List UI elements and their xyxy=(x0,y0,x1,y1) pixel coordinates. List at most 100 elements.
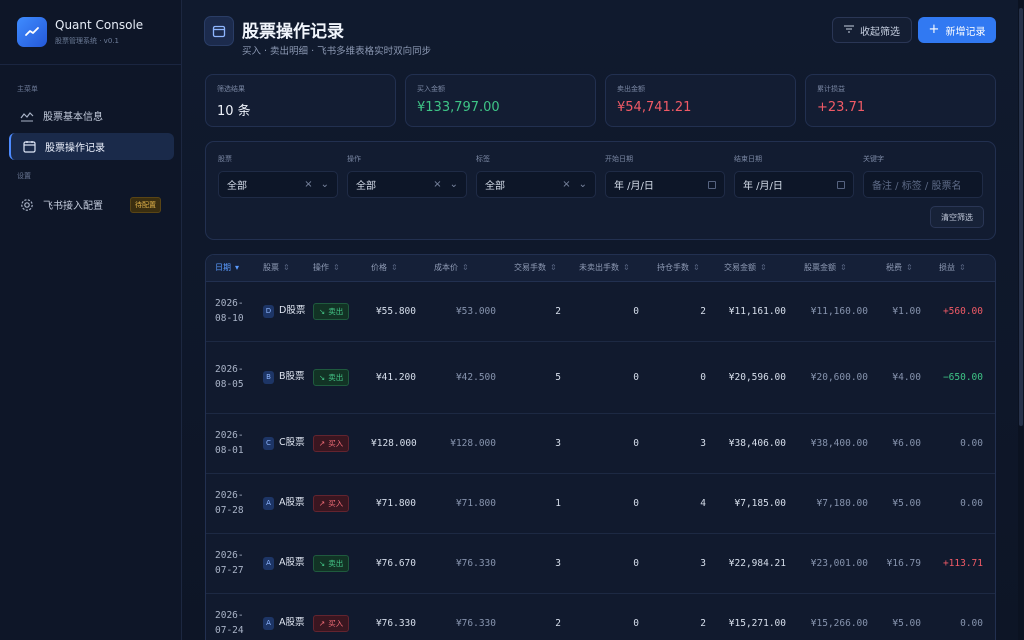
cost-price: ¥128.000 xyxy=(450,437,496,449)
page-scrollbar-thumb[interactable] xyxy=(1019,8,1023,426)
pnl: 0.00 xyxy=(960,437,983,449)
collapse-filter-label: 收起筛选 xyxy=(860,26,900,38)
table-row[interactable]: 2026-07-27 A A股票 ↘ 卖出 ¥76.670 ¥76.330 3 0 3 ¥22,98… xyxy=(206,533,995,594)
cost-price: ¥76.330 xyxy=(455,617,496,629)
column-header-label: 日期 xyxy=(215,263,231,273)
trade-lots: 3 xyxy=(555,437,561,449)
operation-label: 卖出 xyxy=(328,558,344,568)
column-header[interactable]: 损益 ⇕ xyxy=(930,255,992,282)
table-row[interactable]: 2026-08-10 D D股票 ↘ 卖出 ¥55.800 ¥53.000 2 0 2 ¥11,16… xyxy=(206,281,995,342)
fee: ¥6.00 xyxy=(892,437,921,449)
column-header-label: 股票金额 xyxy=(804,263,836,273)
start-date-input[interactable]: 年 /月/日 xyxy=(605,171,725,198)
stock-badge: C xyxy=(263,436,274,450)
filter-label: 操作 xyxy=(347,155,361,163)
operation-tag: ↘ 卖出 xyxy=(313,554,350,572)
end-date-input[interactable]: 年 /月/日 xyxy=(734,171,854,198)
stock-badge: A xyxy=(263,496,274,510)
sort-icon[interactable]: ⇕ xyxy=(391,263,398,272)
fee: ¥5.00 xyxy=(892,617,921,629)
gear-icon xyxy=(20,198,34,212)
column-header[interactable]: 持仓手数 ⇕ xyxy=(648,255,715,282)
filter-icon xyxy=(844,25,854,36)
unsold-lots: 0 xyxy=(633,371,639,383)
clear-filters-button[interactable]: 清空筛选 xyxy=(930,206,984,228)
column-header[interactable]: 日期 ▾ xyxy=(206,255,254,282)
sidebar-item-stock-info[interactable]: 股票基本信息 xyxy=(9,102,174,129)
sort-icon[interactable]: ⇕ xyxy=(693,263,700,272)
trade-amount: ¥15,271.00 xyxy=(728,617,786,629)
unsold-lots: 0 xyxy=(633,305,639,317)
table-header-row: 日期 ▾ 股票 ⇕ 操作 ⇕ 价格 ⇕ 成本价 ⇕ 交易手数 ⇕ 未卖出手数 ⇕ 持仓手数 ⇕ 交易金额 ⇕ 股票金… xyxy=(206,255,995,282)
stock-select[interactable]: 全部 × ⌄ xyxy=(218,171,338,198)
sort-icon[interactable]: ⇕ xyxy=(333,263,340,272)
price: ¥41.200 xyxy=(375,371,416,383)
sort-icon[interactable]: ⇕ xyxy=(550,263,557,272)
column-header[interactable]: 交易金额 ⇕ xyxy=(715,255,795,282)
collapse-filter-button[interactable]: 收起筛选 xyxy=(832,17,912,43)
pnl: 0.00 xyxy=(960,497,983,509)
table-row[interactable]: 2026-08-05 B B股票 ↘ 卖出 ¥41.200 ¥42.500 5 0 0 ¥20,59… xyxy=(206,341,995,414)
trade-amount: ¥22,984.21 xyxy=(728,557,786,569)
filter-label: 关键字 xyxy=(863,155,884,163)
sidebar-divider xyxy=(0,64,182,65)
table-row[interactable]: 2026-08-01 C C股票 ↗ 买入 ¥128.000 ¥128.000 3 0 3 ¥38,… xyxy=(206,413,995,474)
trade-amount: ¥38,406.00 xyxy=(728,437,786,449)
sort-icon[interactable]: ⇕ xyxy=(959,263,966,272)
sidebar-item-stock-records[interactable]: 股票操作记录 xyxy=(9,133,174,160)
clear-icon[interactable]: × xyxy=(433,179,441,190)
sidebar-item-label: 飞书接入配置 xyxy=(43,201,103,212)
operation-tag: ↗ 买入 xyxy=(313,494,350,512)
stat-card-filtered: 筛选结果 10 条 xyxy=(205,74,396,127)
column-header[interactable]: 股票金额 ⇕ xyxy=(795,255,877,282)
arrow-up-right-icon: ↗ xyxy=(319,498,326,508)
tag-select[interactable]: 全部 × ⌄ xyxy=(476,171,596,198)
sidebar-item-feishu-config[interactable]: 飞书接入配置 待配置 xyxy=(9,191,174,218)
sort-icon[interactable]: ⇕ xyxy=(623,263,630,272)
clear-icon[interactable]: × xyxy=(304,179,312,190)
table-row[interactable]: 2026-07-24 A A股票 ↗ 买入 ¥76.330 ¥76.330 2 0 2 ¥15,27… xyxy=(206,593,995,640)
column-header[interactable]: 未卖出手数 ⇕ xyxy=(570,255,648,282)
column-header[interactable]: 股票 ⇕ xyxy=(254,255,304,282)
sort-icon[interactable]: ⇕ xyxy=(840,263,847,272)
trade-amount: ¥7,185.00 xyxy=(734,497,786,509)
price: ¥76.330 xyxy=(375,617,416,629)
holding-lots: 2 xyxy=(700,305,706,317)
fee: ¥1.00 xyxy=(892,305,921,317)
chevron-down-icon: ⌄ xyxy=(320,179,329,190)
sort-desc-icon[interactable]: ▾ xyxy=(235,263,239,272)
sort-icon[interactable]: ⇕ xyxy=(760,263,767,272)
table-row[interactable]: 2026-07-28 A A股票 ↗ 买入 ¥71.800 ¥71.800 1 0 4 ¥7,185… xyxy=(206,473,995,534)
fee: ¥5.00 xyxy=(892,497,921,509)
sort-icon[interactable]: ⇕ xyxy=(283,263,290,272)
trade-lots: 5 xyxy=(555,371,561,383)
main-content: 股票操作记录 买入 · 卖出明细 · 飞书多维表格实时双向同步 收起筛选 + 新… xyxy=(182,0,1024,640)
calendar-icon[interactable] xyxy=(837,180,845,189)
record-date: 2026-08-01 xyxy=(215,430,244,456)
fee: ¥16.79 xyxy=(886,557,921,569)
stat-card-total-pnl: 累计损益 +23.71 xyxy=(805,74,996,127)
sort-icon[interactable]: ⇕ xyxy=(906,263,913,272)
column-header[interactable]: 持仓成 xyxy=(992,255,995,282)
add-record-button[interactable]: + 新增记录 xyxy=(918,17,996,43)
column-header-label: 成本价 xyxy=(434,263,458,273)
column-header[interactable]: 成本价 ⇕ xyxy=(425,255,505,282)
keyword-input[interactable]: 备注 / 标签 / 股票名 xyxy=(863,171,983,198)
plus-icon: + xyxy=(928,22,940,37)
stat-label: 筛选结果 xyxy=(217,85,245,93)
records-table: 日期 ▾ 股票 ⇕ 操作 ⇕ 价格 ⇕ 成本价 ⇕ 交易手数 ⇕ 未卖出手数 ⇕ 持仓手数 ⇕ 交易金额 ⇕ 股票金… xyxy=(205,254,996,640)
sort-icon[interactable]: ⇕ xyxy=(462,263,469,272)
pending-badge: 待配置 xyxy=(130,196,161,213)
calendar-icon[interactable] xyxy=(708,180,716,189)
stock-amount: ¥15,266.00 xyxy=(810,617,868,629)
operation-label: 卖出 xyxy=(328,306,344,316)
column-header[interactable]: 操作 ⇕ xyxy=(304,255,362,282)
operation-select[interactable]: 全部 × ⌄ xyxy=(347,171,467,198)
stat-label: 卖出金额 xyxy=(617,85,645,93)
operation-label: 买入 xyxy=(328,618,344,628)
clear-icon[interactable]: × xyxy=(562,179,570,190)
column-header-label: 操作 xyxy=(313,263,329,273)
column-header[interactable]: 交易手数 ⇕ xyxy=(505,255,570,282)
column-header[interactable]: 价格 ⇕ xyxy=(362,255,425,282)
column-header[interactable]: 税费 ⇕ xyxy=(877,255,930,282)
